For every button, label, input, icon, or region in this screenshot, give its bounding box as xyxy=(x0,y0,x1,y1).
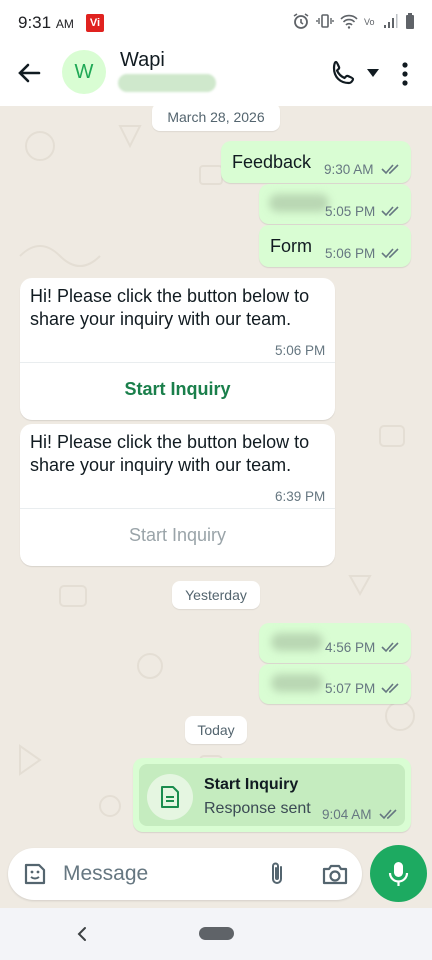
document-icon xyxy=(161,786,179,808)
system-nav-bar xyxy=(0,908,432,960)
battery-icon xyxy=(406,13,414,29)
chat-header: W Wapi xyxy=(0,44,432,106)
message-time: 5:06 PM xyxy=(275,343,326,358)
more-options-icon[interactable] xyxy=(395,60,415,88)
outgoing-message[interactable]: 5:07 PM xyxy=(259,664,411,704)
form-icon-circle xyxy=(147,774,193,820)
divider xyxy=(20,362,335,363)
date-chip: Yesterday xyxy=(172,581,260,609)
outgoing-message[interactable]: 5:05 PM xyxy=(259,184,411,224)
sticker-icon[interactable] xyxy=(22,861,48,887)
form-title: Start Inquiry xyxy=(204,776,299,793)
attach-icon[interactable] xyxy=(266,860,288,888)
message-time: 5:05 PM xyxy=(325,204,376,219)
message-text: Hi! Please click the button below to sha… xyxy=(30,432,310,475)
message-text: Form xyxy=(270,236,312,256)
outgoing-message[interactable]: Form 5:06 PM xyxy=(259,225,411,267)
microphone-button[interactable] xyxy=(370,845,427,902)
start-inquiry-button[interactable]: Start Inquiry xyxy=(20,379,335,400)
chevron-down-icon[interactable] xyxy=(366,67,380,79)
carrier-logo-icon: Vi xyxy=(86,14,104,32)
message-time: 9:30 AM xyxy=(324,162,374,177)
nav-back-icon[interactable] xyxy=(75,925,89,943)
status-icons: Vo xyxy=(292,12,416,30)
read-ticks-icon xyxy=(381,683,399,694)
read-ticks-icon xyxy=(381,164,399,175)
message-time: 5:06 PM xyxy=(325,246,376,261)
divider xyxy=(20,508,335,509)
date-chip: Today xyxy=(185,716,247,744)
wifi-icon xyxy=(340,14,358,29)
svg-text:Vo: Vo xyxy=(364,17,375,27)
avatar[interactable]: W xyxy=(62,50,106,94)
back-arrow-icon[interactable] xyxy=(14,58,44,88)
redacted-text xyxy=(269,194,329,212)
volte-icon: Vo xyxy=(364,17,375,27)
message-time: 6:39 PM xyxy=(275,489,326,504)
incoming-message: Hi! Please click the button below to sha… xyxy=(20,424,335,566)
signal-icon xyxy=(384,14,398,28)
outgoing-message[interactable]: 4:56 PM xyxy=(259,623,411,663)
message-text: Feedback xyxy=(232,152,312,172)
voice-call-icon[interactable] xyxy=(330,59,358,87)
read-ticks-icon xyxy=(381,206,399,217)
form-response-card[interactable]: Start Inquiry Response sent 9:04 AM xyxy=(139,764,405,826)
incoming-message: Hi! Please click the button below to sha… xyxy=(20,278,335,420)
status-time: 9:31 AM xyxy=(18,13,74,32)
form-response-message[interactable]: Start Inquiry Response sent 9:04 AM xyxy=(133,758,411,832)
message-time: 4:56 PM xyxy=(325,640,376,655)
contact-status-redacted xyxy=(118,74,216,92)
outgoing-message[interactable]: Feedback 9:30 AM xyxy=(221,141,411,183)
vibrate-icon xyxy=(316,14,334,28)
read-ticks-icon xyxy=(381,642,399,653)
alarm-icon xyxy=(293,13,309,29)
contact-name[interactable]: Wapi xyxy=(120,49,165,72)
message-input[interactable] xyxy=(63,862,263,886)
date-chip: March 28, 2026 xyxy=(152,103,280,131)
redacted-text xyxy=(271,674,323,692)
message-composer xyxy=(8,848,362,900)
home-pill[interactable] xyxy=(199,927,234,940)
read-ticks-icon xyxy=(381,248,399,259)
start-inquiry-button-disabled: Start Inquiry xyxy=(128,525,227,545)
redacted-text xyxy=(271,633,323,651)
microphone-icon xyxy=(388,862,409,886)
read-ticks-icon xyxy=(379,809,397,820)
camera-icon[interactable] xyxy=(321,861,349,887)
message-time: 5:07 PM xyxy=(325,681,376,696)
message-text: Hi! Please click the button below to sha… xyxy=(30,286,310,329)
status-bar: 9:31 AM Vi Vo xyxy=(0,0,432,44)
form-subtitle: Response sent xyxy=(204,800,311,817)
message-time: 9:04 AM xyxy=(322,807,372,822)
